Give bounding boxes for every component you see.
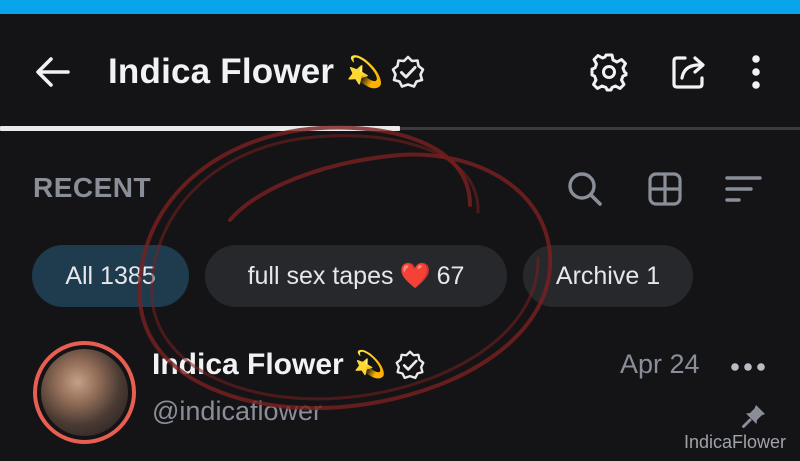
grid-view-button[interactable] bbox=[642, 166, 688, 212]
settings-button[interactable] bbox=[585, 48, 633, 96]
profile-title: Indica Flower 💫 bbox=[108, 48, 426, 96]
more-options-button[interactable] bbox=[732, 48, 780, 96]
post-author[interactable]: Indica Flower 💫 bbox=[152, 343, 426, 387]
share-icon bbox=[672, 56, 705, 89]
pinned-indicator bbox=[739, 401, 769, 431]
search-icon bbox=[568, 172, 602, 206]
top-app-bar: Indica Flower 💫 bbox=[0, 14, 800, 126]
red-heart-emoji: ❤️ bbox=[399, 261, 431, 290]
gear-icon bbox=[590, 53, 628, 92]
app-screen: Indica Flower 💫 RECENT All 1385 full sex… bbox=[0, 0, 800, 461]
verified-badge-icon bbox=[390, 54, 426, 90]
back-button[interactable] bbox=[30, 52, 76, 92]
post-date: Apr 24 bbox=[620, 349, 700, 379]
verified-badge-icon bbox=[394, 349, 426, 381]
post-author-handle[interactable]: @indicaflower bbox=[152, 396, 322, 427]
arrow-left-icon bbox=[36, 57, 70, 87]
post-author-name: Indica Flower bbox=[152, 348, 344, 381]
more-vertical-icon bbox=[752, 55, 760, 89]
more-horizontal-icon bbox=[731, 363, 765, 371]
filter-chip-all[interactable]: All 1385 bbox=[32, 245, 189, 307]
dizzy-emoji: 💫 bbox=[346, 54, 384, 90]
dizzy-emoji: 💫 bbox=[353, 350, 387, 380]
sort-icon bbox=[725, 176, 762, 202]
page-title: Indica Flower bbox=[108, 52, 335, 91]
filter-chip-label: All 1385 bbox=[65, 261, 156, 290]
filter-chip-count: 67 bbox=[436, 261, 465, 290]
sort-button[interactable] bbox=[720, 166, 766, 212]
share-button[interactable] bbox=[665, 48, 713, 96]
filter-chip-label: full sex tapes bbox=[247, 261, 394, 290]
watermark-text: IndicaFlower bbox=[684, 432, 787, 452]
filter-chip-full-sex-tapes[interactable]: full sex tapes ❤️ 67 bbox=[205, 245, 507, 307]
pin-icon bbox=[742, 405, 765, 428]
avatar[interactable] bbox=[33, 341, 136, 444]
post-more-button[interactable] bbox=[726, 352, 770, 382]
grid-icon bbox=[648, 172, 682, 206]
filter-chip-archive[interactable]: Archive 1 bbox=[523, 245, 693, 307]
status-strip bbox=[0, 0, 800, 14]
section-title: RECENT bbox=[33, 172, 152, 203]
tab-posts-active-indicator[interactable] bbox=[0, 126, 400, 131]
filter-chip-label: Archive 1 bbox=[555, 261, 661, 290]
avatar-photo bbox=[41, 349, 128, 436]
search-button[interactable] bbox=[562, 166, 608, 212]
